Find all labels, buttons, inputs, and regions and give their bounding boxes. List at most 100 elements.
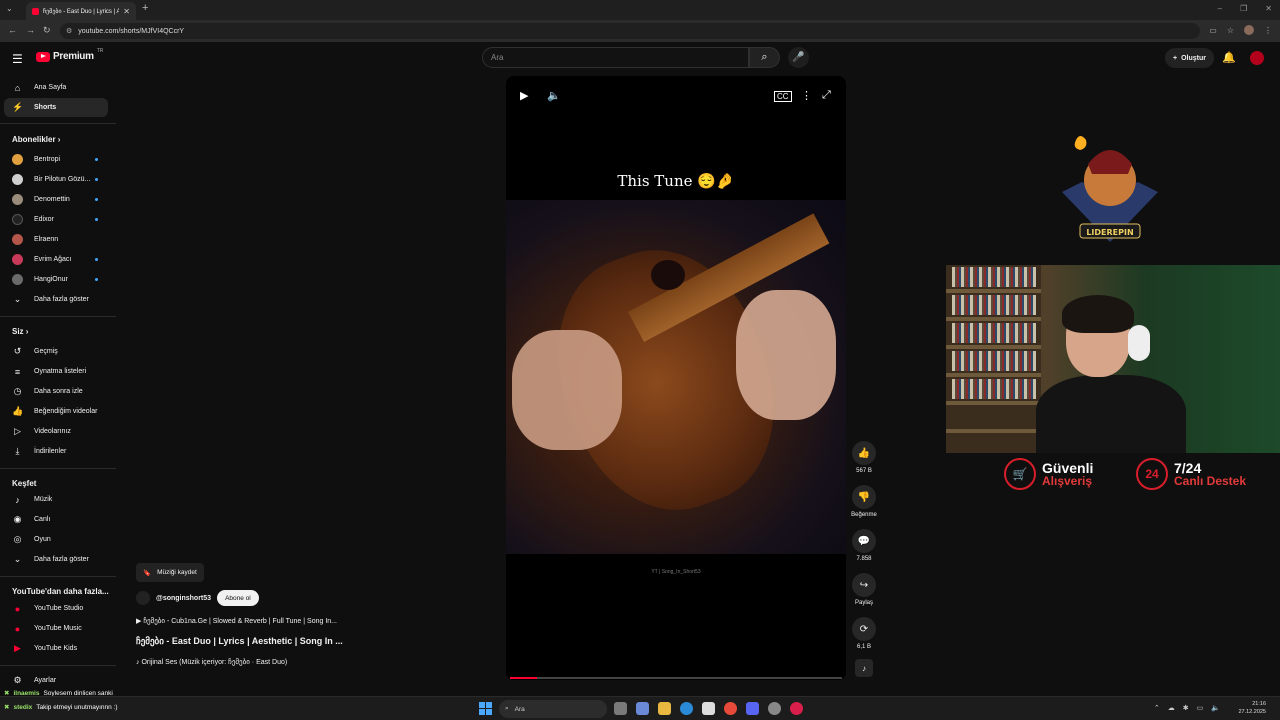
url-field[interactable]: ⚙ youtube.com/shorts/MJfVI4QCcrY <box>60 23 1200 39</box>
new-tab-icon[interactable]: + <box>142 2 148 14</box>
sidebar-item-subscription[interactable]: HangiOnur <box>4 270 108 289</box>
forward-icon[interactable]: → <box>26 25 35 35</box>
sidebar-item-music[interactable]: ♪ Müzik <box>4 490 108 509</box>
share-button[interactable]: ↪ Paylaş <box>850 573 878 606</box>
chevron-up-icon[interactable]: ⌃ <box>1154 704 1160 712</box>
browser-tab[interactable]: ჩემები - East Duo | Lyrics | Ae... ✕ <box>26 2 136 20</box>
restore-icon[interactable]: ❐ <box>1240 4 1247 13</box>
sidebar-item-subscription[interactable]: Edixor <box>4 210 108 229</box>
sidebar-item-label: YouTube Kids <box>34 645 78 652</box>
cast-icon[interactable]: ▭ <box>1209 26 1217 35</box>
account-avatar[interactable] <box>1250 51 1264 65</box>
speaker-icon[interactable]: 🔈 <box>1211 704 1220 712</box>
monitor-icon[interactable]: ▭ <box>1197 704 1204 712</box>
taskbar-search[interactable]: ⌕ Ara <box>499 700 607 718</box>
save-music-button[interactable]: 🔖 Müziği kaydet <box>136 563 204 582</box>
sidebar-item-label: Daha fazla göster <box>34 556 89 563</box>
edge-browser-icon[interactable] <box>680 702 693 715</box>
close-tab-icon[interactable]: ✕ <box>123 7 130 16</box>
channel-handle[interactable]: @songinshort53 <box>156 595 211 602</box>
play-icon[interactable]: ▶ <box>520 89 528 102</box>
history-icon: ↺ <box>13 346 22 356</box>
sidebar-item-subscription[interactable]: Elraenn <box>4 230 108 249</box>
video-overlay-text: This Tune 😌🤌 <box>617 172 735 190</box>
search-button[interactable]: ⌕ <box>749 47 780 68</box>
sidebar-item-gaming[interactable]: ◎ Oyun <box>4 530 108 549</box>
logo-text: LIDEREPIN <box>1086 228 1133 237</box>
sidebar-item-youtube-music[interactable]: ● YouTube Music <box>4 619 108 638</box>
channel-avatar <box>12 194 23 205</box>
sidebar-item-downloads[interactable]: ⤓ İndirilenler <box>4 442 108 461</box>
search-input[interactable]: Ara <box>482 47 749 68</box>
minimize-icon[interactable]: – <box>1218 4 1222 13</box>
shorts-player[interactable]: ▶ 🔈 CC ⋮ ⤢ This Tune 😌🤌 YT | Song_In_Sho… <box>506 76 846 680</box>
close-window-icon[interactable]: ✕ <box>1265 4 1272 13</box>
you-heading[interactable]: Siz › <box>12 327 28 336</box>
sidebar-item-subscription[interactable]: Denomettin <box>4 190 108 209</box>
video-title[interactable]: ჩემები - East Duo | Lyrics | Aesthetic |… <box>136 636 343 647</box>
file-explorer-icon[interactable] <box>658 702 671 715</box>
volume-icon[interactable]: 🔈 <box>547 89 561 102</box>
voice-search-button[interactable]: 🎤 <box>788 47 809 68</box>
sidebar-item-shorts[interactable]: ⚡ Shorts <box>4 98 108 117</box>
home-icon: ⌂ <box>14 82 21 93</box>
sidebar-item-playlists[interactable]: ≡ Oynatma listeleri <box>4 362 108 381</box>
sidebar-item-subscription[interactable]: Bir Pilotun Gözü... <box>4 170 108 189</box>
reload-icon[interactable]: ↻ <box>43 25 51 36</box>
sidebar-item-show-more[interactable]: ⌄ Daha fazla göster <box>4 550 108 569</box>
chrome-icon[interactable] <box>724 702 737 715</box>
create-button[interactable]: + Oluştur <box>1165 48 1214 68</box>
app-icon[interactable] <box>790 702 803 715</box>
sidebar-item-show-more[interactable]: ⌄ Daha fazla göster <box>4 290 108 309</box>
obs-icon[interactable] <box>768 702 781 715</box>
sidebar-item-subscription[interactable]: Bentropi <box>4 150 108 169</box>
sidebar-item-live[interactable]: ◉ Canlı <box>4 510 108 529</box>
sidebar-item-settings[interactable]: ⚙ Ayarlar <box>4 671 108 690</box>
fullscreen-icon[interactable]: ⤢ <box>822 89 831 102</box>
sidebar-item-home[interactable]: ⌂ Ana Sayfa <box>4 78 108 97</box>
fretting-hand <box>736 290 836 420</box>
youtube-premium-logo[interactable]: Premium TR <box>36 48 103 62</box>
sidebar-item-watch-later[interactable]: ◷ Daha sonra izle <box>4 382 108 401</box>
system-clock[interactable]: 21:16 27.12.2025 <box>1238 700 1266 716</box>
subscriptions-heading[interactable]: Abonelikler › <box>12 135 60 144</box>
sidebar-item-your-videos[interactable]: ▷ Videolarınız <box>4 422 108 441</box>
network-icon[interactable]: ☁ <box>1168 704 1175 712</box>
discord-icon[interactable] <box>746 702 759 715</box>
comment-count: 7.858 <box>856 556 872 562</box>
bookshelf <box>946 265 1041 453</box>
sidebar-item-youtube-studio[interactable]: ● YouTube Studio <box>4 599 108 618</box>
hamburger-menu-icon[interactable]: ☰ <box>12 52 23 66</box>
windows-taskbar: ✖ stedix Takip etmeyi unutmayınnn :) ⌕ A… <box>0 696 1280 720</box>
like-button[interactable]: 👍 567 B <box>850 441 878 474</box>
audio-source[interactable]: ♪ Orijinal Ses (Müzik içeriyor: ჩემები ·… <box>136 658 287 666</box>
video-description[interactable]: ▶ ჩემები - Cub1na.Ge | Slowed & Reverb |… <box>136 617 337 625</box>
notifications-bell-icon[interactable]: 🔔 <box>1222 51 1236 64</box>
comments-button[interactable]: 💬 7.858 <box>850 529 878 562</box>
store-icon[interactable] <box>702 702 715 715</box>
sidebar-item-subscription[interactable]: Evrim Ağacı <box>4 250 108 269</box>
channel-avatar[interactable] <box>136 591 150 605</box>
captions-icon[interactable]: CC <box>774 91 792 102</box>
task-view-icon[interactable] <box>614 702 627 715</box>
remix-button[interactable]: ⟳ 6,1 B <box>850 617 878 650</box>
remix-icon: ⟳ <box>852 617 876 641</box>
more-options-icon[interactable]: ⋮ <box>801 89 812 102</box>
site-info-icon[interactable]: ⚙ <box>66 27 72 35</box>
progress-bar[interactable] <box>510 677 842 679</box>
sidebar-item-history[interactable]: ↺ Geçmiş <box>4 342 108 361</box>
sidebar-item-youtube-kids[interactable]: ▶ YouTube Kids <box>4 639 108 658</box>
browser-menu-icon[interactable]: ⋮ <box>1264 26 1272 35</box>
subscribe-button[interactable]: Abone ol <box>217 590 259 606</box>
sidebar-item-label: Müzik <box>34 496 53 503</box>
bluetooth-icon[interactable]: ✱ <box>1183 704 1189 712</box>
dislike-button[interactable]: 👎 Beğenme <box>850 485 878 518</box>
copilot-icon[interactable] <box>636 702 649 715</box>
sidebar-item-liked-videos[interactable]: 👍 Beğendiğim videolar <box>4 402 108 421</box>
windows-start-icon[interactable] <box>479 702 492 715</box>
sound-button[interactable]: ♪ <box>850 659 878 680</box>
back-icon[interactable]: ← <box>8 25 17 35</box>
bookmark-star-icon[interactable]: ☆ <box>1227 26 1234 35</box>
tab-list-icon[interactable]: ⌄ <box>6 4 13 13</box>
profile-avatar[interactable] <box>1244 25 1254 35</box>
